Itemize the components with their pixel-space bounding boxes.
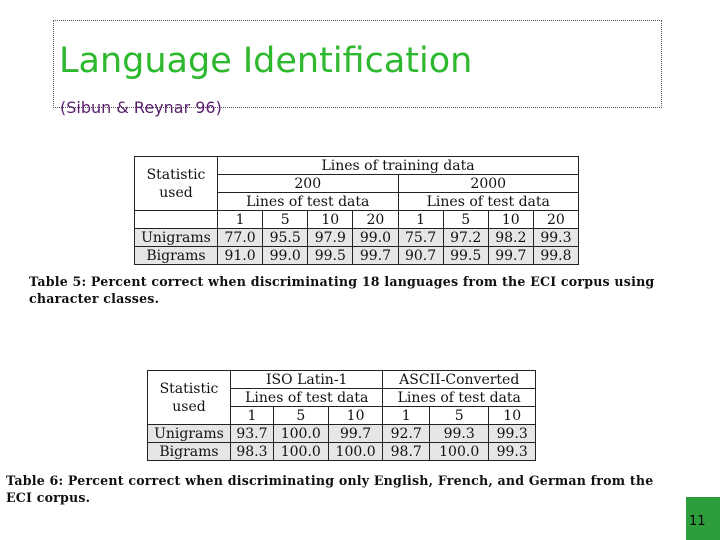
column-header: 1 — [397, 210, 444, 229]
column-header-row: 1 5 10 20 1 5 10 20 — [134, 210, 580, 229]
column-header: 5 — [428, 406, 490, 425]
column-header: 10 — [327, 406, 384, 425]
statistic-header-line1: Statistic — [159, 380, 219, 397]
group-header: 2000 — [397, 174, 579, 193]
column-header: 10 — [487, 210, 534, 229]
column-header: 5 — [262, 210, 309, 229]
column-header: 1 — [216, 210, 264, 229]
test-lines-header: Lines of test data — [217, 192, 399, 211]
table-cell: 99.5 — [442, 246, 489, 265]
training-lines-header: Lines of training data — [217, 156, 579, 175]
row-label: Bigrams — [134, 246, 218, 265]
table-5-caption: Table 5: Percent correct when discrimina… — [29, 274, 655, 306]
column-header: 20 — [352, 210, 399, 229]
table-cell: 100.0 — [272, 424, 329, 443]
table-cell: 93.7 — [230, 424, 274, 443]
table-row: Unigrams 93.7 100.0 99.7 92.7 99.3 99.3 — [147, 424, 536, 443]
column-header: 5 — [442, 210, 489, 229]
row-label: Bigrams — [147, 442, 231, 461]
test-lines-header: Lines of test data — [229, 388, 384, 407]
table-cell: 100.0 — [327, 442, 384, 461]
statistic-header-line2: used — [172, 398, 206, 415]
slide-number: 11 — [689, 514, 706, 529]
table-cell: 97.2 — [442, 228, 489, 247]
table-cell: 99.3 — [488, 442, 536, 461]
column-header: 20 — [532, 210, 580, 229]
table-cell: 99.7 — [352, 246, 399, 265]
table-cell: 99.7 — [327, 424, 384, 443]
table-cell: 97.9 — [307, 228, 354, 247]
table-cell: 100.0 — [272, 442, 329, 461]
blank-cell — [134, 210, 218, 229]
slide-title: Language Identification — [59, 41, 473, 81]
table-row: Bigrams 91.0 99.0 99.5 99.7 90.7 99.5 99… — [134, 246, 580, 265]
column-header: 1 — [230, 406, 274, 425]
statistic-header-line2: used — [159, 184, 193, 201]
table-cell: 98.3 — [230, 442, 274, 461]
table-cell: 99.0 — [262, 246, 309, 265]
column-header: 5 — [272, 406, 329, 425]
table-cell: 99.7 — [487, 246, 534, 265]
table-6-caption: Table 6: Percent correct when discrimina… — [6, 473, 654, 505]
group-header: ISO Latin-1 — [229, 370, 384, 389]
table-cell: 75.7 — [397, 228, 444, 247]
table-row: Unigrams 77.0 95.5 97.9 99.0 75.7 97.2 9… — [134, 228, 580, 247]
table-cell: 99.5 — [307, 246, 354, 265]
table-cell: 99.3 — [488, 424, 536, 443]
column-header: 10 — [307, 210, 354, 229]
table-6: Statistic used ISO Latin-1 ASCII-Convert… — [147, 370, 536, 461]
row-label: Unigrams — [134, 228, 218, 247]
table-cell: 92.7 — [382, 424, 430, 443]
table-cell: 98.7 — [382, 442, 430, 461]
test-lines-header: Lines of test data — [382, 388, 536, 407]
group-header: 200 — [217, 174, 399, 193]
column-header: 10 — [488, 406, 536, 425]
table-cell: 98.2 — [487, 228, 534, 247]
column-header: 1 — [382, 406, 430, 425]
slide-subtitle: (Sibun & Reynar 96) — [60, 98, 222, 117]
statistic-header: Statistic used — [147, 370, 231, 425]
table-cell: 99.3 — [532, 228, 580, 247]
statistic-header: Statistic used — [134, 156, 218, 211]
table-cell: 99.8 — [532, 246, 580, 265]
table-5: Statistic used Lines of training data 20… — [134, 156, 580, 265]
table-row: Bigrams 98.3 100.0 100.0 98.7 100.0 99.3 — [147, 442, 536, 461]
table-cell: 99.0 — [352, 228, 399, 247]
table-cell: 99.3 — [428, 424, 490, 443]
table-cell: 100.0 — [428, 442, 490, 461]
table-cell: 95.5 — [262, 228, 309, 247]
row-label: Unigrams — [147, 424, 231, 443]
table-cell: 90.7 — [397, 246, 444, 265]
group-header: ASCII-Converted — [382, 370, 536, 389]
table-cell: 91.0 — [216, 246, 264, 265]
statistic-header-line1: Statistic — [146, 166, 206, 183]
table-cell: 77.0 — [216, 228, 264, 247]
test-lines-header: Lines of test data — [397, 192, 579, 211]
